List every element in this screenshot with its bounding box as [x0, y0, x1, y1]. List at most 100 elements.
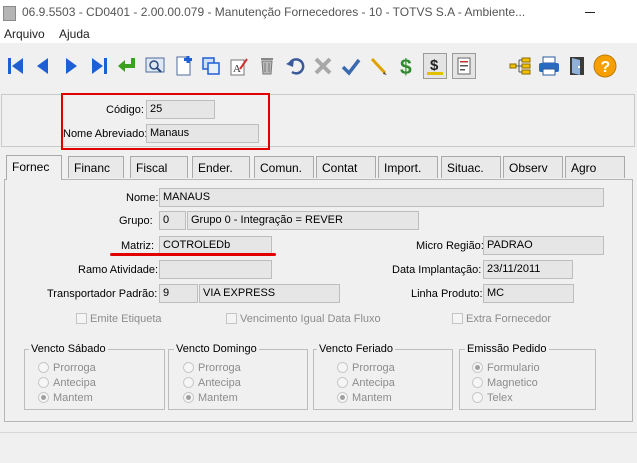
- tab-agro[interactable]: Agro: [565, 156, 625, 178]
- data-implantacao-label: Data Implantação:: [392, 264, 482, 276]
- domingo-prorroga-label: Prorroga: [198, 362, 241, 374]
- edit-icon[interactable]: A: [227, 53, 251, 79]
- feriado-antecipa-label: Antecipa: [352, 377, 395, 389]
- last-record-icon[interactable]: [87, 53, 111, 79]
- feriado-mantem-label: Mantem: [352, 392, 392, 404]
- go-to-icon[interactable]: [115, 53, 139, 79]
- domingo-antecipa-radio[interactable]: [183, 377, 194, 388]
- emissao-formulario-label: Formulario: [487, 362, 540, 374]
- grupo-desc-field: Grupo 0 - Integração = REVER: [187, 211, 419, 230]
- extra-fornecedor-label: Extra Fornecedor: [466, 313, 551, 325]
- transportador-name-field: VIA EXPRESS: [199, 284, 340, 303]
- exit-icon[interactable]: [565, 53, 589, 79]
- micro-regiao-label: Micro Região:: [416, 240, 484, 252]
- micro-regiao-field[interactable]: PADRAO: [483, 236, 604, 255]
- window-title: 06.9.5503 - CD0401 - 2.00.00.079 - Manut…: [22, 5, 526, 19]
- print-icon[interactable]: [537, 53, 561, 79]
- pencil-icon[interactable]: [367, 53, 391, 79]
- app-icon: [3, 6, 16, 21]
- nome-abreviado-field[interactable]: Manaus: [146, 124, 259, 143]
- svg-text:A: A: [233, 63, 241, 75]
- delete-icon[interactable]: [255, 53, 279, 79]
- first-record-icon[interactable]: [4, 53, 28, 79]
- next-record-icon[interactable]: [59, 53, 83, 79]
- codigo-label: Código:: [106, 104, 144, 116]
- emissao-pedido-title: Emissão Pedido: [465, 343, 549, 355]
- linha-produto-label: Linha Produto:: [411, 288, 483, 300]
- vencto-domingo-title: Vencto Domingo: [174, 343, 259, 355]
- copy-icon[interactable]: [199, 53, 223, 79]
- vencto-feriado-title: Vencto Feriado: [317, 343, 395, 355]
- feriado-mantem-radio[interactable]: [337, 392, 348, 403]
- emite-etiqueta-label: Emite Etiqueta: [90, 313, 162, 325]
- sabado-mantem-radio[interactable]: [38, 392, 49, 403]
- domingo-prorroga-radio[interactable]: [183, 362, 194, 373]
- tree-icon[interactable]: [508, 53, 532, 79]
- tab-observ[interactable]: Observ: [503, 156, 563, 178]
- emite-etiqueta-checkbox[interactable]: [76, 313, 87, 324]
- tab-fornec[interactable]: Fornec: [6, 155, 62, 180]
- nome-field[interactable]: MANAUS: [159, 188, 604, 207]
- tab-situac[interactable]: Situac.: [441, 156, 501, 178]
- help-icon[interactable]: ?: [593, 53, 617, 79]
- sabado-antecipa-radio[interactable]: [38, 377, 49, 388]
- matriz-label: Matriz:: [121, 240, 154, 252]
- menu-ajuda[interactable]: Ajuda: [59, 27, 90, 41]
- emissao-telex-radio[interactable]: [472, 392, 483, 403]
- sabado-antecipa-label: Antecipa: [53, 377, 96, 389]
- tab-financ[interactable]: Financ: [68, 156, 124, 178]
- feriado-prorroga-label: Prorroga: [352, 362, 395, 374]
- sabado-mantem-label: Mantem: [53, 392, 93, 404]
- tab-contat[interactable]: Contat: [316, 156, 376, 178]
- transportador-code-field[interactable]: 9: [159, 284, 198, 303]
- previous-record-icon[interactable]: [31, 53, 55, 79]
- search-icon[interactable]: [143, 53, 167, 79]
- confirm-icon[interactable]: [339, 53, 363, 79]
- ramo-atividade-label: Ramo Atividade:: [78, 264, 159, 276]
- minimize-button[interactable]: [578, 4, 602, 20]
- report-icon[interactable]: [452, 53, 476, 79]
- domingo-mantem-label: Mantem: [198, 392, 238, 404]
- tab-ender[interactable]: Ender.: [192, 156, 250, 178]
- tab-fiscal[interactable]: Fiscal: [130, 156, 188, 178]
- emissao-magnetico-label: Magnetico: [487, 377, 538, 389]
- grupo-code-field[interactable]: 0: [159, 211, 186, 230]
- emissao-formulario-radio[interactable]: [472, 362, 483, 373]
- tab-import[interactable]: Import.: [378, 156, 438, 178]
- feriado-antecipa-radio[interactable]: [337, 377, 348, 388]
- divider: [0, 432, 637, 433]
- emissao-telex-label: Telex: [487, 392, 513, 404]
- highlight-underline: [110, 253, 276, 256]
- svg-text:?: ?: [601, 59, 611, 76]
- linha-produto-field[interactable]: MC: [483, 284, 574, 303]
- nome-label: Nome:: [126, 192, 159, 204]
- vencimento-igual-label: Vencimento Igual Data Fluxo: [240, 313, 381, 325]
- domingo-mantem-radio[interactable]: [183, 392, 194, 403]
- transportador-label: Transportador Padrão:: [47, 288, 158, 300]
- sabado-prorroga-radio[interactable]: [38, 362, 49, 373]
- nome-abreviado-label: Nome Abreviado:: [63, 128, 148, 140]
- feriado-prorroga-radio[interactable]: [337, 362, 348, 373]
- vencto-sabado-title: Vencto Sábado: [29, 343, 108, 355]
- menu-bar: Arquivo Ajuda: [0, 25, 637, 43]
- extra-fornecedor-checkbox[interactable]: [452, 313, 463, 324]
- tab-strip: Fornec Financ Fiscal Ender. Comun. Conta…: [4, 155, 634, 180]
- add-icon[interactable]: [171, 53, 195, 79]
- cancel-icon[interactable]: [311, 53, 335, 79]
- svg-text:$: $: [430, 57, 439, 74]
- emissao-magnetico-radio[interactable]: [472, 377, 483, 388]
- domingo-antecipa-label: Antecipa: [198, 377, 241, 389]
- data-implantacao-field[interactable]: 23/11/2011: [483, 260, 573, 279]
- undo-icon[interactable]: [283, 53, 307, 79]
- ramo-atividade-field[interactable]: [159, 260, 272, 279]
- currency-icon[interactable]: $: [423, 53, 447, 79]
- tab-comun[interactable]: Comun.: [254, 156, 314, 178]
- codigo-field[interactable]: 25: [146, 100, 215, 119]
- grupo-label: Grupo:: [119, 215, 153, 227]
- dollar-icon[interactable]: $: [395, 53, 419, 79]
- menu-arquivo[interactable]: Arquivo: [4, 27, 45, 41]
- title-bar: 06.9.5503 - CD0401 - 2.00.00.079 - Manut…: [0, 0, 637, 25]
- vencimento-igual-checkbox[interactable]: [226, 313, 237, 324]
- toolbar: A $ $ ?: [0, 46, 637, 86]
- sabado-prorroga-label: Prorroga: [53, 362, 96, 374]
